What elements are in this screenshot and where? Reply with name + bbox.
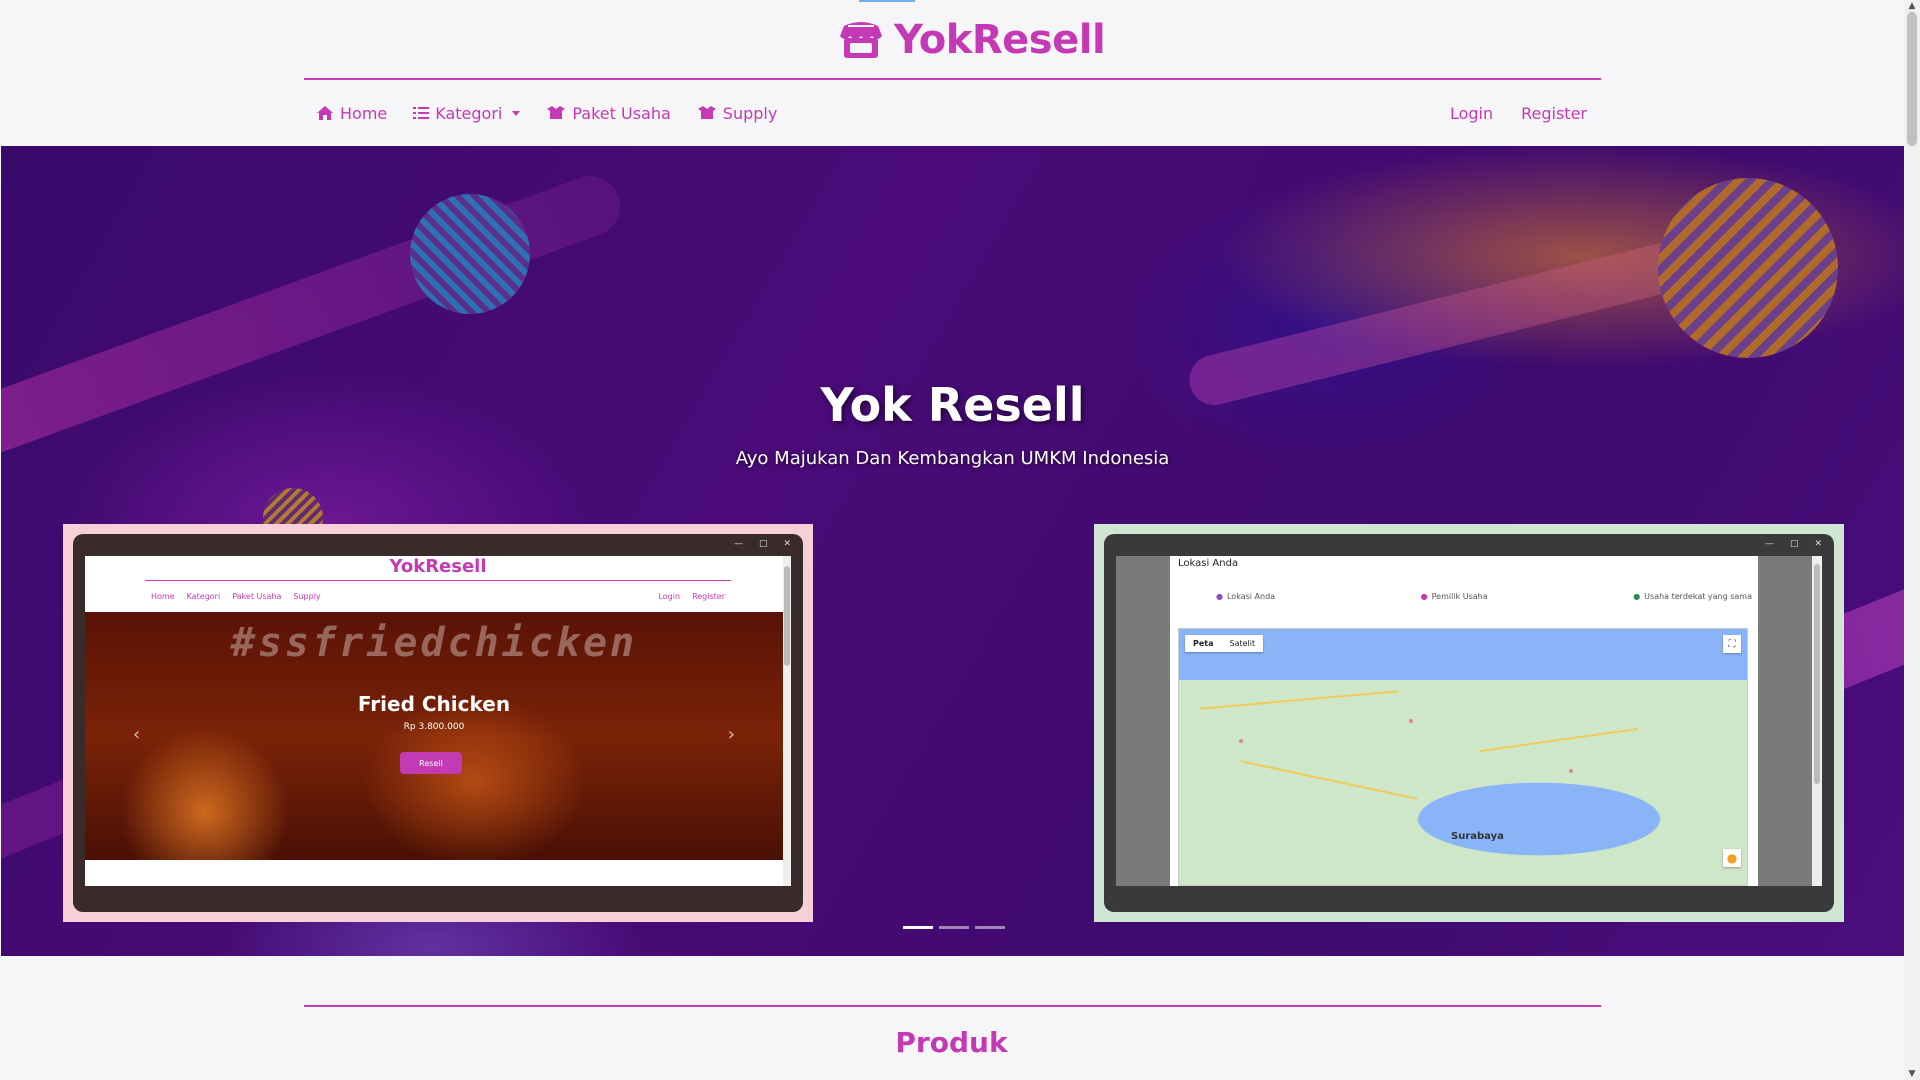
decor-circle [410,194,530,314]
maximize-icon: □ [758,539,768,549]
window-controls: — □ ✕ [1104,534,1834,554]
mini-nav-item: Kategori [186,592,221,601]
mini-nav-item: Register [692,592,725,601]
hero-subtitle: Ayo Majukan Dan Kembangkan UMKM Indonesi… [735,448,1170,469]
carousel-indicators [903,926,1005,929]
brand-name: YokResell [894,17,1106,63]
nav-supply-label: Supply [722,103,778,123]
map-page-scrollbar [1812,556,1822,886]
pin-icon: ● [1216,592,1223,601]
mini-nav-item: Login [658,592,681,601]
fullscreen-icon: ⛶ [1723,635,1741,653]
mini-navbar: Home Kategori Paket Usaha Supply Login R… [151,592,725,601]
map-tab-peta: Peta [1193,639,1214,648]
chevron-down-icon [512,110,521,116]
boxes-icon [697,106,716,119]
section-title: Produk [895,1026,1008,1059]
nav-login[interactable]: Login [1450,104,1493,123]
minimize-icon: — [1764,539,1774,549]
window-controls: — □ ✕ [73,534,803,554]
nav-paket-usaha-label: Paket Usaha [572,103,671,123]
person-icon: ● [1420,592,1428,601]
scroll-down-icon[interactable]: ▼ [1904,1068,1920,1080]
scroll-up-icon[interactable]: ▲ [1904,0,1920,12]
street-view-icon: ● [1723,849,1741,867]
mini-nav-item: Home [151,592,175,601]
nav-home-label: Home [340,103,388,123]
legend-item: ● Pemilik Usaha [1420,592,1488,601]
map-marker [1239,739,1243,743]
mini-brand: YokResell [389,556,487,577]
carousel-indicator-2[interactable] [939,926,969,929]
minimize-icon: — [733,539,743,549]
nav-supply[interactable]: Supply [697,103,778,123]
nav-register[interactable]: Register [1521,104,1587,123]
hero-title: Yok Resell [820,378,1085,432]
preview-card-product: — □ ✕ YokResell Home Kategori Paket Usah… [63,524,813,922]
mini-product-price: Rp 3.800.000 [403,722,465,732]
mini-resell-button: Resell [400,752,462,774]
map-gutter [1116,556,1170,886]
decor-band [1,167,629,485]
nav-paket-usaha[interactable]: Paket Usaha [546,103,671,123]
hero-carousel: Yok Resell Ayo Majukan Dan Kembangkan UM… [1,146,1904,956]
map-type-tabs: Peta Satelit [1185,635,1264,652]
legend-item: ● Lokasi Anda [1216,592,1276,601]
preview-window: — □ ✕ Lokasi Anda ● Lokasi Anda ● Pemilik … [1104,534,1834,912]
store-icon [840,22,882,58]
map-road [1240,760,1418,800]
carousel-indicator-1[interactable] [903,926,933,929]
nav-kategori-label: Kategori [435,103,503,123]
section-divider [304,1005,1601,1007]
carousel-indicator-3[interactable] [975,926,1005,929]
legend-item: ● Usaha terdekat yang sama [1633,592,1752,601]
page-scrollbar[interactable]: ▲ ▼ [1904,0,1920,1080]
mini-hashtag: #ssfriedchicken [230,620,638,666]
scrollbar-thumb[interactable] [1907,12,1917,146]
store-icon: ● [1633,592,1641,601]
mini-nav-item: Paket Usaha [232,592,282,601]
preview-page: YokResell Home Kategori Paket Usaha Supp… [85,556,791,886]
close-icon: ✕ [783,539,791,549]
preview-map-page: Lokasi Anda ● Lokasi Anda ● Pemilik Usaha … [1116,556,1822,886]
close-icon: ✕ [1814,539,1822,549]
list-icon [413,107,430,119]
map-page-title: Lokasi Anda [1178,558,1239,569]
nav-left: Home Kategori Paket Usaha Supply [304,104,777,123]
brand-divider [304,78,1601,80]
decor-circle [1658,178,1838,358]
nav-right: Login Register [1450,104,1601,123]
boxes-icon [547,106,566,119]
map-road [1479,727,1639,753]
map-road [1199,690,1399,710]
map-view: Peta Satelit ⛶ Surabaya ● [1178,628,1748,886]
maximize-icon: □ [1789,539,1799,549]
mini-product-name: Fried Chicken [357,692,511,716]
mini-nav-item: Supply [293,592,321,601]
map-marker [1409,719,1413,723]
map-legend: ● Lokasi Anda ● Pemilik Usaha ● Usaha terde… [1216,592,1752,601]
preview-window: — □ ✕ YokResell Home Kategori Paket Usah… [73,534,803,912]
map-page: Lokasi Anda ● Lokasi Anda ● Pemilik Usaha … [1116,556,1822,886]
preview-card-map: — □ ✕ Lokasi Anda ● Lokasi Anda ● Pemilik … [1094,524,1844,922]
map-tab-satelit: Satelit [1229,639,1256,648]
map-gutter [1758,556,1812,886]
map-city-label: Surabaya [1451,831,1504,842]
nav-kategori-dropdown[interactable]: Kategori [413,103,521,123]
mini-product-banner: #ssfriedchicken ‹ › Fried Chicken Rp 3.8… [85,612,783,860]
top-accent-line [859,0,915,2]
mini-divider [145,580,731,581]
main-navbar: Home Kategori Paket Usaha Supply Login R… [304,90,1601,136]
map-marker [1569,769,1573,773]
brand-logo[interactable]: YokResell [836,12,1106,68]
nav-home[interactable]: Home [316,104,387,123]
home-icon [317,106,333,120]
mini-scrollbar [783,556,791,886]
